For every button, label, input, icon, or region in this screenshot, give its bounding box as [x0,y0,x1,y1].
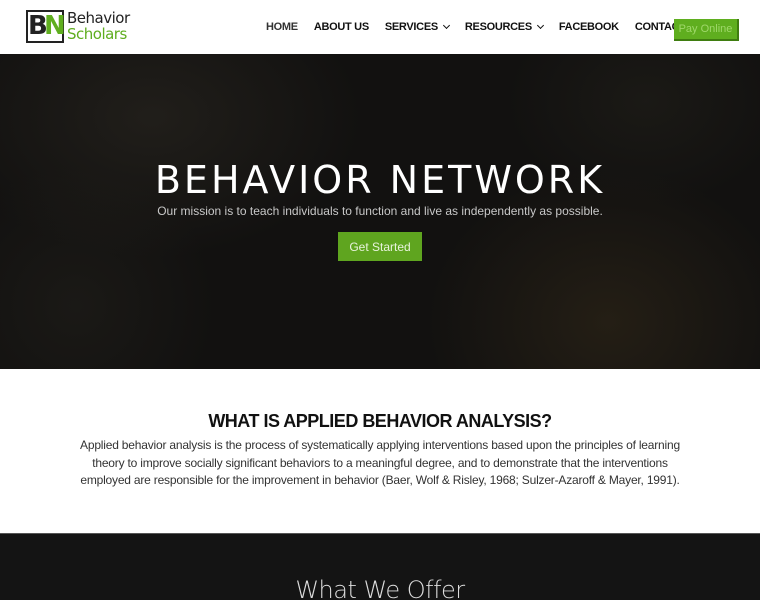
nav-home-label: HOME [266,21,298,33]
get-started-button[interactable]: Get Started [338,232,422,261]
nav-facebook-label: FACEBOOK [558,21,619,33]
logo-text-behavior: Behavior [67,9,130,27]
nav-facebook[interactable]: FACEBOOK [559,21,619,33]
site-header: B N Behavior Scholars HOME ABOUT US SERV… [0,0,760,54]
what-we-offer-section: What We Offer [0,533,760,600]
hero-section: BEHAVIOR NETWORK Our mission is to teach… [0,54,760,369]
aba-section: WHAT IS APPLIED BEHAVIOR ANALYSIS? Appli… [0,369,760,533]
nav-resources[interactable]: RESOURCES [464,21,544,33]
nav-resources-label: RESOURCES [464,21,532,33]
offer-title: What We Offer [295,576,465,600]
logo[interactable]: B N Behavior Scholars [26,10,130,44]
aba-title: WHAT IS APPLIED BEHAVIOR ANALYSIS? [208,411,552,431]
logo-text-scholars: Scholars [67,25,127,43]
logo-mark-n: N [44,11,66,41]
nav-about-us[interactable]: ABOUT US [314,21,369,33]
chevron-down-icon [442,21,450,30]
nav-services-label: SERVICES [384,21,438,33]
main-nav: HOME ABOUT US SERVICES RESOURCES FACEBOO… [266,0,719,54]
hero-title: BEHAVIOR NETWORK [154,158,606,202]
aba-description: Applied behavior analysis is the process… [80,438,680,487]
nav-home[interactable]: HOME [266,21,298,33]
nav-services[interactable]: SERVICES [384,21,450,33]
pay-online-button[interactable]: Pay Online [674,19,739,41]
logo-mark-b: B [28,11,48,41]
chevron-down-icon [536,21,544,30]
nav-about-label: ABOUT US [313,21,369,33]
hero-subtitle: Our mission is to teach individuals to f… [157,204,603,218]
